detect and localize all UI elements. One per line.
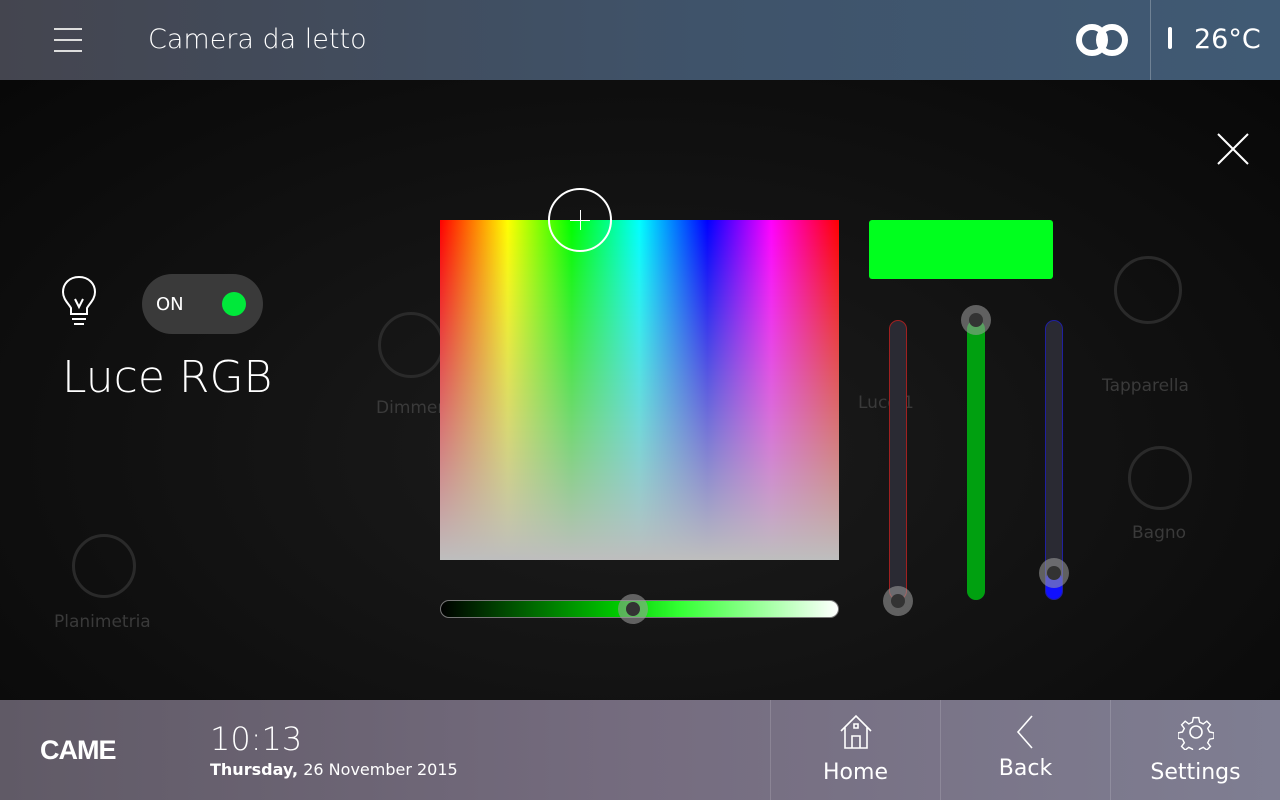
cloud-link-icon[interactable] (1074, 22, 1130, 58)
green-slider-fill (967, 320, 985, 600)
home-button[interactable]: Home (770, 700, 940, 800)
home-label: Home (823, 760, 888, 785)
home-icon (840, 714, 872, 749)
back-label: Back (998, 756, 1053, 781)
toggle-knob (222, 292, 246, 316)
green-slider-thumb[interactable] (961, 305, 991, 335)
gear-icon (1178, 716, 1214, 750)
clock-date: Thursday, 26 November 2015 (210, 760, 458, 779)
top-bar: Camera da letto 26°C (0, 0, 1280, 80)
color-picker-area[interactable] (440, 220, 839, 560)
selected-color-swatch (869, 220, 1053, 279)
temperature-readout: 26°C (1194, 24, 1261, 55)
thermometer-icon (1168, 27, 1172, 49)
bg-label: Planimetria (54, 612, 151, 632)
menu-icon[interactable] (54, 28, 82, 52)
page-title: Camera da letto (148, 24, 367, 55)
blue-slider[interactable] (1039, 320, 1069, 600)
divider (1150, 0, 1151, 80)
floorplan-bg-icon (72, 534, 136, 598)
light-bulb-icon (61, 275, 97, 325)
red-slider-thumb[interactable] (883, 586, 913, 616)
date-text: 26 November 2015 (303, 760, 458, 779)
power-toggle[interactable]: ON (142, 274, 263, 334)
green-slider[interactable] (961, 305, 991, 600)
back-button[interactable]: Back (940, 700, 1110, 800)
bg-label: Tapparella (1102, 376, 1189, 396)
toggle-label: ON (156, 294, 184, 315)
blue-slider-thumb[interactable] (1039, 558, 1069, 588)
color-picker-cursor[interactable] (548, 188, 612, 252)
settings-button[interactable]: Settings (1110, 700, 1280, 800)
door-bg-icon (1128, 446, 1192, 510)
bg-label: Bagno (1132, 523, 1187, 543)
chevron-left-icon (1016, 715, 1033, 749)
settings-label: Settings (1150, 760, 1241, 785)
close-icon[interactable] (1216, 132, 1250, 166)
bg-label: Dimmer (376, 398, 445, 418)
brand-logo: CAME (40, 735, 116, 765)
shutter-bg-icon (1114, 256, 1182, 324)
clock-time: 10:13 (210, 720, 303, 758)
weekday: Thursday, (210, 760, 299, 779)
dimmer-bg-icon (378, 312, 444, 378)
device-name: Luce RGB (62, 352, 273, 403)
red-slider[interactable] (883, 320, 913, 616)
brightness-slider[interactable] (440, 594, 839, 624)
brightness-slider-thumb[interactable] (617, 594, 648, 624)
